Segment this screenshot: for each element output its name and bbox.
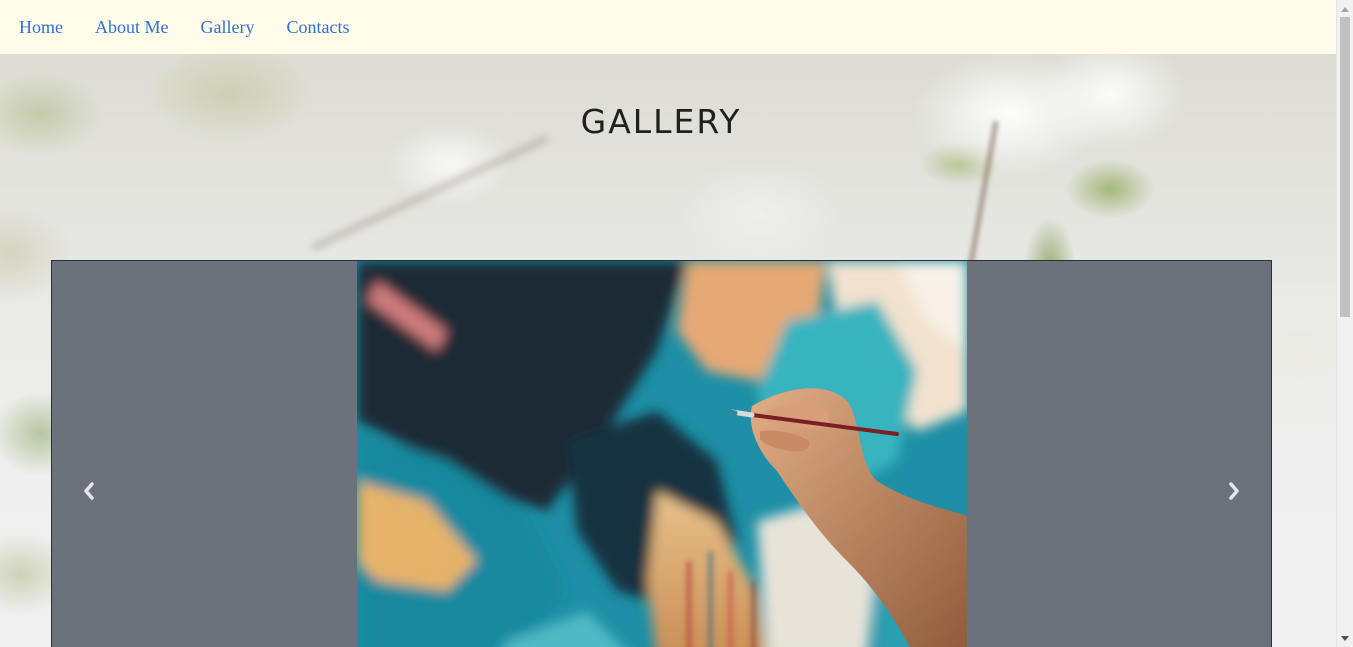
scroll-up-arrow-icon xyxy=(1341,6,1349,12)
carousel-next-button[interactable] xyxy=(1219,476,1249,506)
page-title: GALLERY xyxy=(580,102,742,141)
gallery-carousel xyxy=(51,260,1272,647)
chevron-right-icon xyxy=(1229,482,1239,500)
top-navbar: Home About Me Gallery Contacts xyxy=(0,0,1336,54)
nav-link-about-me[interactable]: About Me xyxy=(95,18,169,36)
carousel-slide-image xyxy=(357,261,967,647)
chevron-left-icon xyxy=(84,482,94,500)
page: Home About Me Gallery Contacts GALLERY xyxy=(0,0,1353,647)
scroll-down-arrow-icon xyxy=(1341,635,1349,641)
scroll-down-button[interactable] xyxy=(1337,630,1353,647)
nav-link-home[interactable]: Home xyxy=(19,18,63,36)
scrollbar-thumb[interactable] xyxy=(1340,17,1350,317)
nav-link-contacts[interactable]: Contacts xyxy=(286,18,349,36)
nav-link-gallery[interactable]: Gallery xyxy=(201,18,255,36)
scroll-up-button[interactable] xyxy=(1337,0,1353,17)
vertical-scrollbar[interactable] xyxy=(1336,0,1353,647)
carousel-prev-button[interactable] xyxy=(74,476,104,506)
